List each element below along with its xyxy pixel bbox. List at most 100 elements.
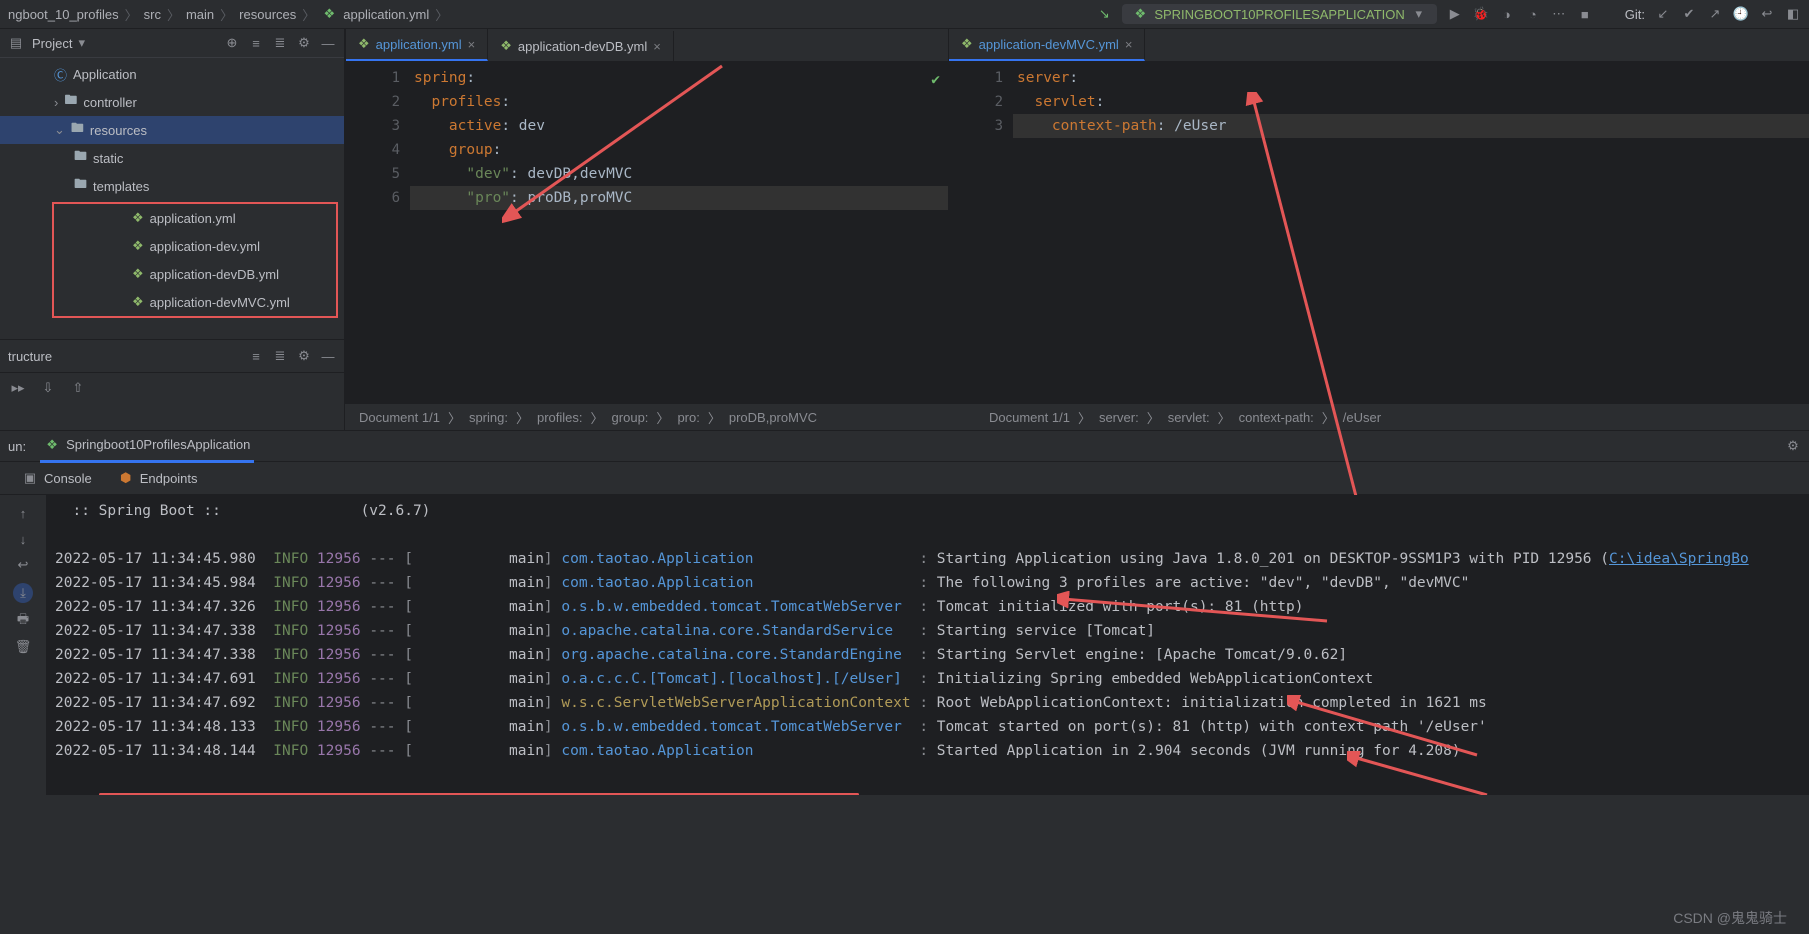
tree-item[interactable]: ❖application-dev.yml xyxy=(54,232,336,260)
step-icon[interactable]: ▸▸ xyxy=(10,380,26,396)
tree-item[interactable]: 🖿static xyxy=(0,144,344,172)
breadcrumb-item[interactable]: application.yml xyxy=(343,7,429,22)
hide-icon[interactable]: — xyxy=(320,348,336,364)
expand-icon[interactable]: ≡ xyxy=(248,35,264,51)
breadcrumb-item[interactable]: spring: xyxy=(469,410,508,425)
wrap-icon[interactable]: ↩ xyxy=(15,557,31,573)
console-line: 2022-05-17 11:34:45.984 INFO 12956 --- [… xyxy=(55,571,1801,595)
stop-icon[interactable]: ■ xyxy=(1577,6,1593,22)
download-icon[interactable]: ⇩ xyxy=(40,380,56,396)
git-pull-icon[interactable]: ↙ xyxy=(1655,6,1671,22)
gear-icon[interactable]: ⚙ xyxy=(296,348,312,364)
tree-item[interactable]: ›🖿controller xyxy=(0,88,344,116)
run-icon[interactable]: ▶ xyxy=(1447,6,1463,22)
upload-icon[interactable]: ⇧ xyxy=(70,380,86,396)
gear-icon[interactable]: ⚙ xyxy=(296,35,312,51)
structure-panel-header[interactable]: tructure ≡ ≣ ⚙ — xyxy=(0,339,344,372)
code-line[interactable]: servlet: xyxy=(1013,90,1809,114)
profile-icon[interactable]: ◔ xyxy=(1525,6,1541,22)
folder-icon: 🖿 xyxy=(64,91,77,113)
collapse-icon[interactable]: ≣ xyxy=(272,35,288,51)
tree-item[interactable]: ❖application.yml xyxy=(54,204,336,232)
breadcrumb-item[interactable]: resources xyxy=(239,7,296,22)
breadcrumb-item[interactable]: main xyxy=(186,7,214,22)
close-icon[interactable]: × xyxy=(468,37,476,52)
tree-item[interactable]: 🖿templates xyxy=(0,172,344,200)
console-tab[interactable]: ▣ Console xyxy=(18,463,96,493)
project-tree[interactable]: ⒸApplication›🖿controller⌄🖿resources🖿stat… xyxy=(0,58,344,339)
breadcrumb-item[interactable]: src xyxy=(144,7,161,22)
tree-item-label: application.yml xyxy=(150,211,236,226)
code-line[interactable]: profiles: xyxy=(410,90,948,114)
target-icon[interactable]: ⊕ xyxy=(224,35,240,51)
breadcrumb-item[interactable]: /eUser xyxy=(1343,410,1381,425)
run-config-selector[interactable]: ❖ SPRINGBOOT10PROFILESAPPLICATION ▾ xyxy=(1122,4,1436,24)
trash-icon[interactable]: 🗑 xyxy=(15,639,31,655)
run-config-tab[interactable]: ❖ Springboot10ProfilesApplication xyxy=(40,430,254,463)
hammer-icon[interactable]: ↘ xyxy=(1096,6,1112,22)
tree-item[interactable]: ❖application-devMVC.yml xyxy=(54,288,336,316)
breadcrumb-item[interactable]: server: xyxy=(1099,410,1139,425)
scrollbar-thumb[interactable] xyxy=(99,793,859,795)
more-run-icon[interactable]: ⋯ xyxy=(1551,6,1567,22)
tree-item-label: controller xyxy=(83,95,136,110)
close-icon[interactable]: × xyxy=(1125,37,1133,52)
git-push-icon[interactable]: ↗ xyxy=(1707,6,1723,22)
code-line[interactable]: spring: xyxy=(410,66,948,90)
breadcrumb-item[interactable]: proDB,proMVC xyxy=(729,410,817,425)
editor-tab[interactable]: ❖application-devDB.yml× xyxy=(488,31,674,61)
scroll-bottom-icon[interactable]: ⤓ xyxy=(13,583,33,603)
console-output[interactable]: :: Spring Boot :: (v2.6.7) 2022-05-17 11… xyxy=(47,495,1809,795)
breadcrumb-item[interactable]: ngboot_10_profiles xyxy=(8,7,119,22)
breadcrumb-item[interactable]: group: xyxy=(612,410,649,425)
code-right[interactable]: server: servlet: context-path: /eUser xyxy=(1013,62,1809,403)
code-line[interactable]: active: dev xyxy=(410,114,948,138)
code-line[interactable]: "dev": devDB,devMVC xyxy=(410,162,948,186)
code-area-left[interactable]: 123456 ✔ spring: profiles: active: dev g… xyxy=(346,62,948,403)
breadcrumb-item[interactable]: profiles: xyxy=(537,410,583,425)
code-area-right[interactable]: 123 server: servlet: context-path: /eUse… xyxy=(949,62,1809,403)
git-commit-icon[interactable]: ✔ xyxy=(1681,6,1697,22)
breadcrumb-item[interactable]: servlet: xyxy=(1168,410,1210,425)
tree-item-label: resources xyxy=(90,123,147,138)
code-line[interactable]: group: xyxy=(410,138,948,162)
editor-breadcrumb-right[interactable]: Document 1/1〉server:〉servlet:〉context-pa… xyxy=(975,403,1809,430)
tree-item[interactable]: ❖application-devDB.yml xyxy=(54,260,336,288)
hide-icon[interactable]: — xyxy=(320,35,336,51)
project-panel-title[interactable]: Project ▾ xyxy=(32,35,216,51)
close-icon[interactable]: × xyxy=(653,39,661,54)
endpoints-icon: ⬢ xyxy=(118,470,134,486)
history-icon[interactable]: 🕘 xyxy=(1733,6,1749,22)
print-icon[interactable]: 🖶 xyxy=(15,613,31,629)
breadcrumb: ngboot_10_profiles〉src〉main〉resources〉❖a… xyxy=(8,5,1086,24)
endpoints-tab[interactable]: ⬢ Endpoints xyxy=(114,463,202,493)
breadcrumb-item[interactable]: Document 1/1 xyxy=(989,410,1070,425)
console-line: 2022-05-17 11:34:47.338 INFO 12956 --- [… xyxy=(55,619,1801,643)
collapse-icon[interactable]: ≣ xyxy=(272,348,288,364)
breadcrumb-item[interactable]: Document 1/1 xyxy=(359,410,440,425)
breadcrumb-item[interactable]: context-path: xyxy=(1239,410,1314,425)
editor-tab[interactable]: ❖application.yml× xyxy=(346,29,488,61)
editor-breadcrumb-left[interactable]: Document 1/1〉spring:〉profiles:〉group:〉pr… xyxy=(345,403,975,430)
code-line[interactable]: context-path: /eUser xyxy=(1013,114,1809,138)
code-line[interactable]: "pro": proDB,proMVC xyxy=(410,186,948,210)
endpoints-tab-label: Endpoints xyxy=(140,471,198,486)
console-toolbar: ↑ ↓ ↩ ⤓ 🖶 🗑 xyxy=(0,495,47,795)
breadcrumb-item[interactable]: pro: xyxy=(677,410,699,425)
debug-icon[interactable]: 🐞 xyxy=(1473,6,1489,22)
tree-item[interactable]: ⌄🖿resources xyxy=(0,116,344,144)
folder-icon: 🖿 xyxy=(74,175,87,197)
search-icon[interactable]: ◧ xyxy=(1785,6,1801,22)
gear-icon[interactable]: ⚙ xyxy=(1785,438,1801,454)
coverage-icon[interactable]: ◑ xyxy=(1499,6,1515,22)
rollback-icon[interactable]: ↩ xyxy=(1759,6,1775,22)
class-icon: Ⓒ xyxy=(54,65,67,84)
code-left[interactable]: ✔ spring: profiles: active: dev group: "… xyxy=(410,62,948,403)
up-icon[interactable]: ↑ xyxy=(15,505,31,521)
down-icon[interactable]: ↓ xyxy=(15,531,31,547)
code-line[interactable]: server: xyxy=(1013,66,1809,90)
console-line: 2022-05-17 11:34:48.144 INFO 12956 --- [… xyxy=(55,739,1801,763)
expand-icon[interactable]: ≡ xyxy=(248,348,264,364)
editor-tab[interactable]: ❖application-devMVC.yml× xyxy=(949,29,1145,61)
tree-item[interactable]: ⒸApplication xyxy=(0,60,344,88)
